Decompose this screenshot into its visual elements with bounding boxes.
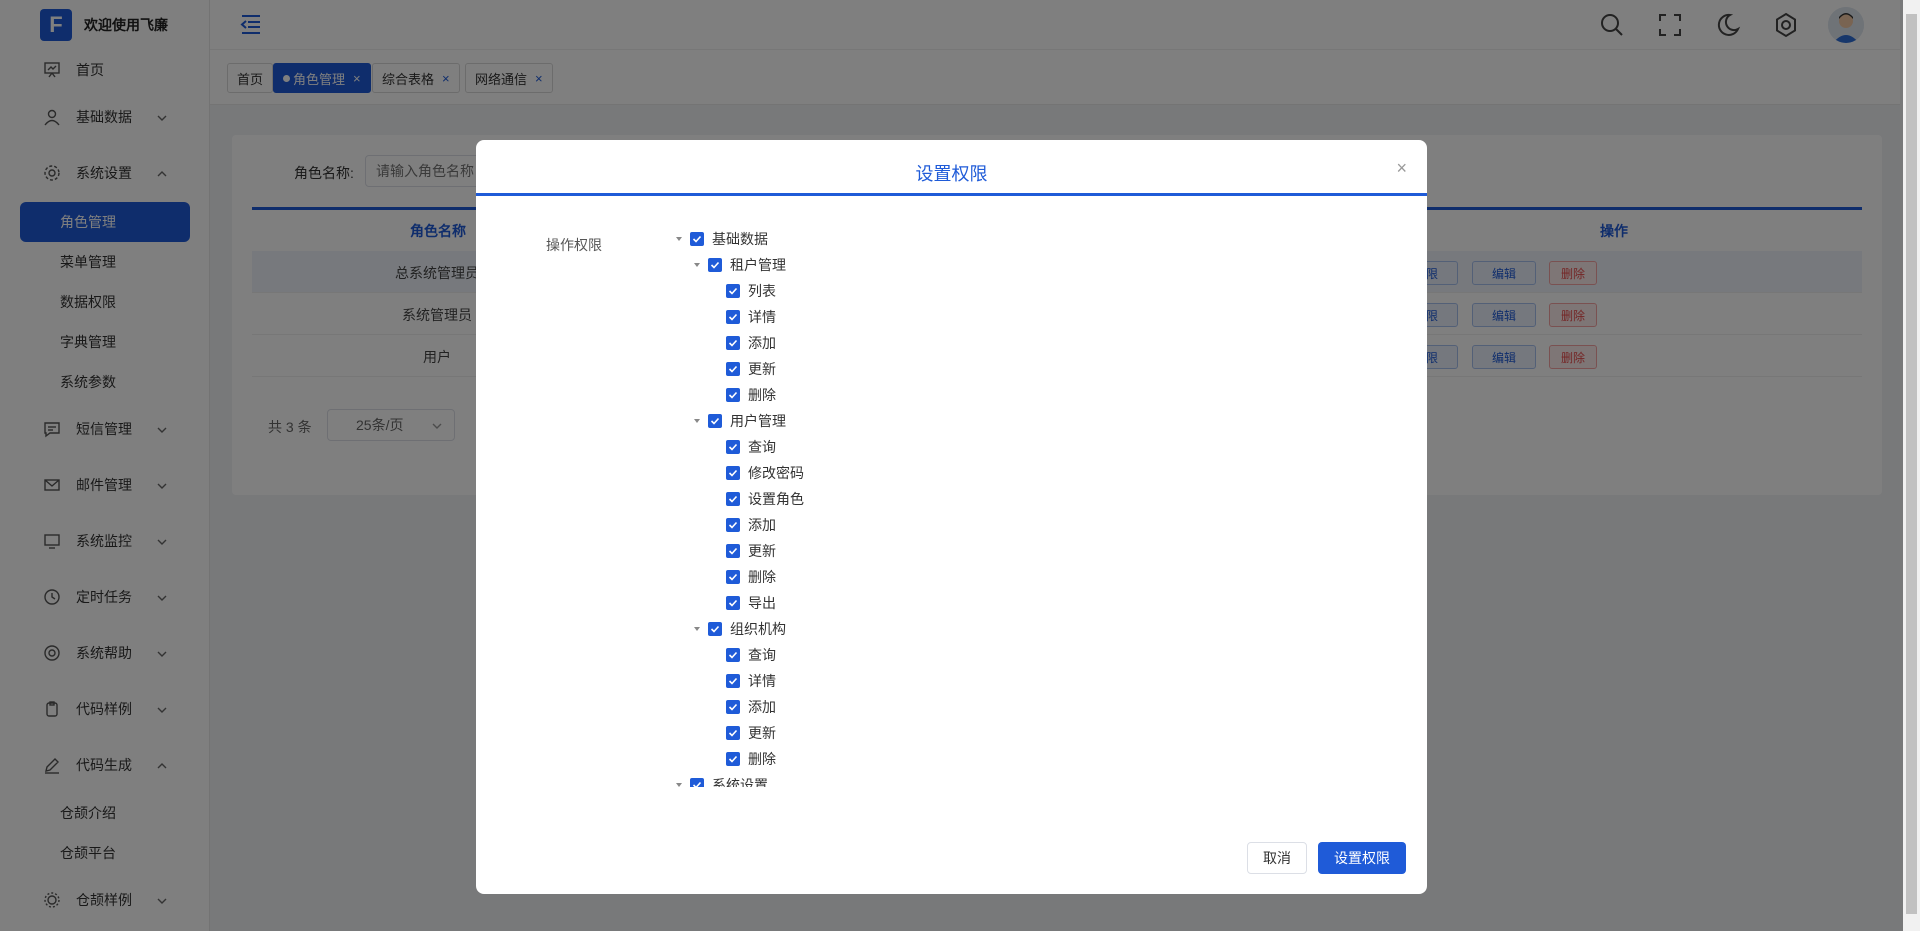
checkbox-checked[interactable] (726, 544, 740, 558)
checkbox-checked[interactable] (726, 310, 740, 324)
tree-node[interactable]: 详情 (726, 306, 776, 328)
tree-node[interactable]: 添加 (726, 332, 776, 354)
checkbox-checked[interactable] (726, 570, 740, 584)
tree-node-label: 组织机构 (730, 621, 786, 637)
checkbox-checked[interactable] (726, 388, 740, 402)
tree-node[interactable]: 查询 (726, 644, 776, 666)
tree-node-label: 更新 (748, 361, 776, 377)
tree-node-label: 详情 (748, 309, 776, 325)
close-icon[interactable]: × (1396, 158, 1407, 179)
scrollbar-thumb[interactable] (1906, 14, 1917, 914)
checkbox-checked[interactable] (726, 492, 740, 506)
tree-node[interactable]: 租户管理 (690, 254, 786, 276)
tree-node-label: 查询 (748, 647, 776, 663)
checkbox-checked[interactable] (726, 362, 740, 376)
caret-down-icon[interactable] (690, 622, 704, 636)
tree-node-label: 删除 (748, 569, 776, 585)
tree-node[interactable]: 添加 (726, 514, 776, 536)
tree-node-label: 添加 (748, 699, 776, 715)
checkbox-checked[interactable] (708, 414, 722, 428)
dialog-title: 设置权限 (915, 164, 988, 184)
permission-tree: 基础数据 租户管理 列表 详情 添加 更新 删除 用户管理 查询 修改密码 设置角色 添加 更新 删除 导出… (476, 220, 1427, 787)
tree-node-label: 添加 (748, 335, 776, 351)
checkbox-checked[interactable] (690, 232, 704, 246)
tree-node[interactable]: 导出 (726, 592, 776, 614)
caret-down-icon[interactable] (690, 414, 704, 428)
tree-node-label: 修改密码 (748, 465, 804, 481)
checkbox-checked[interactable] (726, 726, 740, 740)
checkbox-checked[interactable] (726, 284, 740, 298)
checkbox-checked[interactable] (726, 674, 740, 688)
tree-node-label: 用户管理 (730, 413, 786, 429)
set-permission-button[interactable]: 设置权限 (1318, 842, 1406, 874)
set-permission-dialog: 设置权限 × 操作权限 基础数据 租户管理 列表 详情 添加 更新 删除 用户管理 查询 修改密码… (476, 140, 1427, 894)
tree-node[interactable]: 查询 (726, 436, 776, 458)
tree-node[interactable]: 基础数据 (672, 228, 768, 250)
tree-node-label: 设置角色 (748, 491, 804, 507)
tree-node[interactable]: 添加 (726, 696, 776, 718)
checkbox-checked[interactable] (726, 336, 740, 350)
dialog-title-line (476, 193, 1427, 196)
tree-node[interactable]: 更新 (726, 358, 776, 380)
tree-node-label: 添加 (748, 517, 776, 533)
tree-node-label: 查询 (748, 439, 776, 455)
checkbox-checked[interactable] (726, 518, 740, 532)
tree-node-label: 更新 (748, 543, 776, 559)
tree-node-label: 更新 (748, 725, 776, 741)
tree-node[interactable]: 更新 (726, 540, 776, 562)
tree-node[interactable]: 组织机构 (690, 618, 786, 640)
checkbox-checked[interactable] (726, 596, 740, 610)
tree-node-label: 列表 (748, 283, 776, 299)
checkbox-checked[interactable] (690, 778, 704, 787)
tree-node-label: 租户管理 (730, 257, 786, 273)
tree-node[interactable]: 详情 (726, 670, 776, 692)
checkbox-checked[interactable] (726, 648, 740, 662)
tree-node[interactable]: 修改密码 (726, 462, 804, 484)
tree-node-label: 基础数据 (712, 231, 768, 247)
checkbox-checked[interactable] (726, 466, 740, 480)
caret-down-icon[interactable] (672, 778, 686, 787)
cancel-button[interactable]: 取消 (1247, 842, 1307, 874)
tree-node-label: 系统设置 (712, 777, 768, 787)
tree-node-label: 删除 (748, 751, 776, 767)
checkbox-checked[interactable] (726, 752, 740, 766)
tree-node-label: 删除 (748, 387, 776, 403)
tree-node[interactable]: 设置角色 (726, 488, 804, 510)
caret-down-icon[interactable] (672, 232, 686, 246)
checkbox-checked[interactable] (726, 440, 740, 454)
tree-node-label: 详情 (748, 673, 776, 689)
checkbox-checked[interactable] (726, 700, 740, 714)
tree-node[interactable]: 用户管理 (690, 410, 786, 432)
tree-node[interactable]: 列表 (726, 280, 776, 302)
checkbox-checked[interactable] (708, 258, 722, 272)
caret-down-icon[interactable] (690, 258, 704, 272)
tree-node[interactable]: 删除 (726, 748, 776, 770)
tree-node[interactable]: 系统设置 (672, 774, 768, 787)
checkbox-checked[interactable] (708, 622, 722, 636)
tree-node[interactable]: 删除 (726, 384, 776, 406)
tree-node[interactable]: 删除 (726, 566, 776, 588)
tree-node-label: 导出 (748, 595, 776, 611)
tree-node[interactable]: 更新 (726, 722, 776, 744)
